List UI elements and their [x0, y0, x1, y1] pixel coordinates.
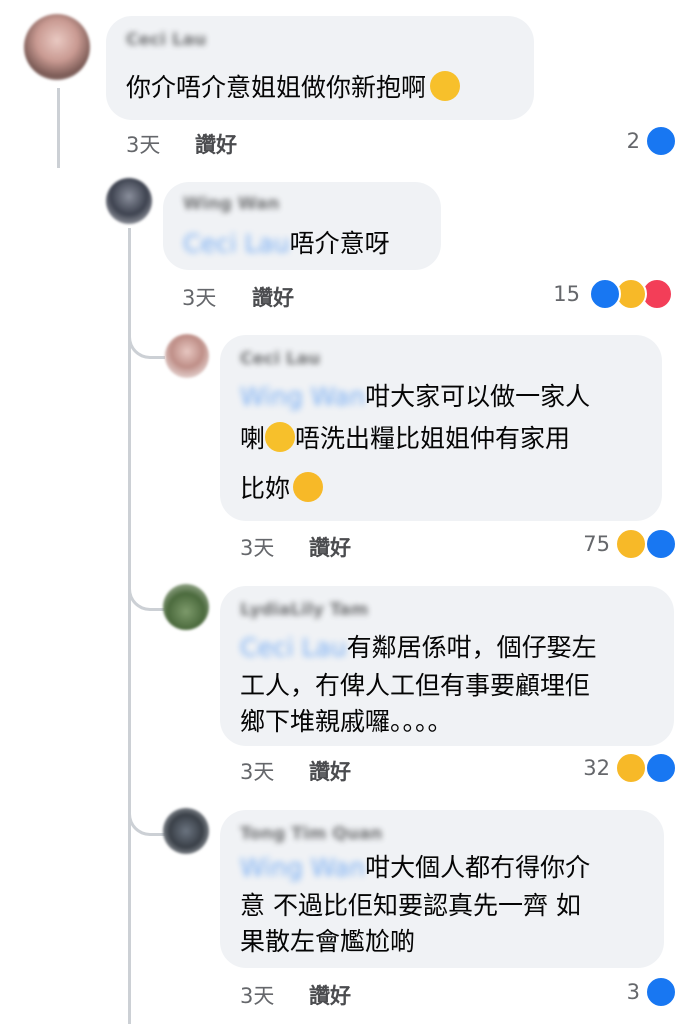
comment-bubble: Ceci Lau Wing Wan咁大家可以做一家人 喇唔洗出糧比姐姐仲有家用 …	[220, 335, 662, 521]
reaction-count[interactable]: 2	[600, 129, 640, 153]
comment-author[interactable]: Ceci Lau	[126, 30, 206, 50]
comment-author[interactable]: LydiaLily Tam	[240, 600, 368, 620]
comment-text-line: 工人，冇俾人工但有事要顧埋佢	[240, 671, 591, 700]
like-icon	[589, 278, 621, 310]
reaction-count[interactable]: 75	[570, 532, 610, 556]
like-button[interactable]: 讚好	[195, 129, 237, 159]
comment-text: Ceci Lau唔介意呀	[183, 224, 390, 263]
mention-link[interactable]: Wing Wan	[240, 382, 365, 411]
reaction-count[interactable]: 32	[570, 756, 610, 780]
comment-text: Wing Wan咁大個人都冇得你介	[240, 848, 590, 887]
comment-bubble: LydiaLily Tam Ceci Lau有鄰居係咁，個仔娶左 工人，冇俾人工…	[220, 586, 674, 746]
like-icon	[645, 752, 677, 784]
comment-timestamp[interactable]: 3天	[240, 532, 274, 562]
comment-text: 比妳	[240, 469, 324, 508]
comment-author[interactable]: Wing Wan	[183, 194, 280, 214]
thread-elbow	[128, 795, 165, 836]
like-icon	[645, 125, 677, 157]
like-button[interactable]: 讚好	[309, 532, 351, 562]
comment-timestamp[interactable]: 3天	[182, 282, 216, 312]
comment-text-line: 鄉下堆親戚囉。。。。	[240, 707, 453, 736]
comment-bubble: Wing Wan Ceci Lau唔介意呀	[163, 182, 441, 270]
reaction-count[interactable]: 15	[540, 282, 580, 306]
reaction-count[interactable]: 3	[600, 980, 640, 1004]
comment-text-line: 唔介意呀	[289, 229, 390, 258]
comment-text: 喇唔洗出糧比姐姐仲有家用	[240, 419, 570, 458]
comment-text-line: 意 不過比佢知要認真先一齊 如	[240, 891, 581, 920]
comment-timestamp[interactable]: 3天	[240, 980, 274, 1010]
mention-link[interactable]: Ceci Lau	[183, 229, 290, 258]
haha-icon	[615, 752, 647, 784]
grinning-squint-emoji-icon	[430, 71, 461, 101]
smiling-hearts-emoji-icon	[293, 472, 324, 502]
comment-text-line: 咁大個人都冇得你介	[365, 853, 591, 882]
avatar[interactable]	[163, 584, 209, 630]
avatar[interactable]	[163, 808, 209, 854]
comment-text-line: 比妳	[240, 474, 291, 503]
thread-elbow	[128, 318, 165, 359]
like-icon	[645, 976, 677, 1008]
comment-text-line: 喇	[240, 424, 266, 453]
comment-timestamp[interactable]: 3天	[240, 756, 274, 786]
like-button[interactable]: 讚好	[309, 756, 351, 786]
comment-text-line: 有鄰居係咁，個仔娶左	[346, 633, 597, 662]
comment-text-line: 果散左會尷尬啲	[240, 927, 416, 956]
comment-text-line: 唔洗出糧比姐姐仲有家用	[295, 424, 571, 453]
comment-timestamp[interactable]: 3天	[126, 129, 160, 159]
comment-text: Ceci Lau有鄰居係咁，個仔娶左	[240, 628, 597, 667]
avatar[interactable]	[24, 14, 90, 80]
comment-text: Wing Wan咁大家可以做一家人	[240, 377, 590, 416]
thread-elbow	[128, 570, 165, 611]
comment-bubble: Ceci Lau 你介唔介意姐姐做你新抱啊	[106, 16, 534, 120]
like-button[interactable]: 讚好	[252, 282, 294, 312]
avatar[interactable]	[165, 334, 209, 378]
comment-author[interactable]: Tong Tim Quan	[240, 824, 382, 844]
comment-bubble: Tong Tim Quan Wing Wan咁大個人都冇得你介 意 不過比佢知要…	[220, 810, 664, 968]
like-button[interactable]: 讚好	[309, 980, 351, 1010]
comment-text-line: 你介唔介意姐姐做你新抱啊	[126, 73, 427, 102]
mention-link[interactable]: Wing Wan	[240, 853, 365, 882]
comment-text-line: 咁大家可以做一家人	[365, 382, 591, 411]
thread-elbow	[57, 150, 105, 200]
haha-icon	[615, 528, 647, 560]
rolling-laughing-emoji-icon	[265, 422, 296, 452]
avatar[interactable]	[106, 178, 152, 224]
like-icon	[645, 528, 677, 560]
comment-author[interactable]: Ceci Lau	[240, 349, 320, 369]
comment-text: 你介唔介意姐姐做你新抱啊	[126, 68, 461, 107]
mention-link[interactable]: Ceci Lau	[240, 633, 347, 662]
